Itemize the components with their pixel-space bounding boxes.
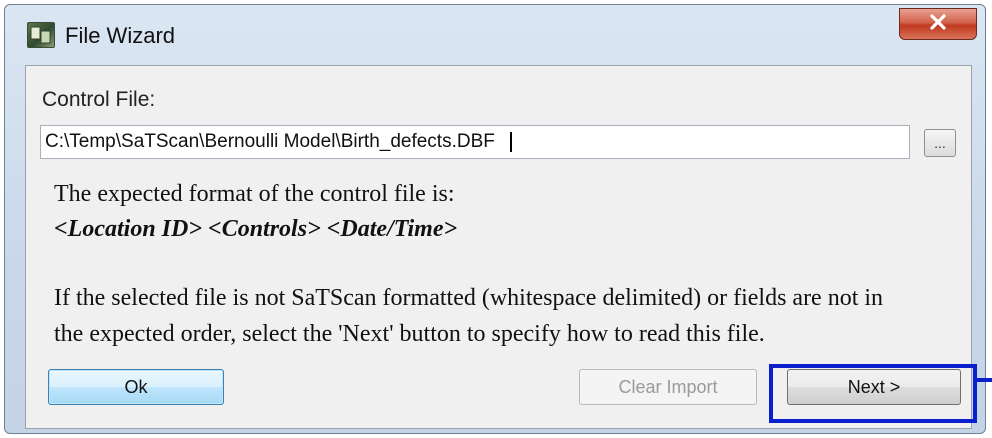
text-caret (510, 132, 512, 152)
control-file-path-input[interactable] (40, 125, 910, 159)
close-icon (928, 13, 948, 35)
next-button[interactable]: Next > (787, 369, 961, 405)
help-text-line-1: If the selected file is not SaTScan form… (54, 285, 884, 311)
highlight-pointer (977, 378, 992, 382)
expected-format-heading: The expected format of the control file … (54, 181, 455, 207)
dialog-body: Control File: ... The expected format of… (25, 65, 972, 429)
control-file-label: Control File: (42, 88, 156, 111)
help-text-line-2: the expected order, select the 'Next' bu… (54, 321, 765, 347)
window-title: File Wizard (65, 23, 176, 48)
expected-format-spec: <Location ID> <Controls> <Date/Time> (54, 216, 458, 242)
clear-import-button[interactable]: Clear Import (579, 369, 757, 405)
browse-button[interactable]: ... (924, 129, 956, 157)
ok-button[interactable]: Ok (48, 369, 224, 405)
close-button[interactable] (899, 8, 977, 40)
dialog-window: File Wizard Control File: ... The expect… (4, 4, 986, 434)
file-wizard-icon (27, 22, 55, 48)
title-bar[interactable]: File Wizard (5, 5, 985, 63)
